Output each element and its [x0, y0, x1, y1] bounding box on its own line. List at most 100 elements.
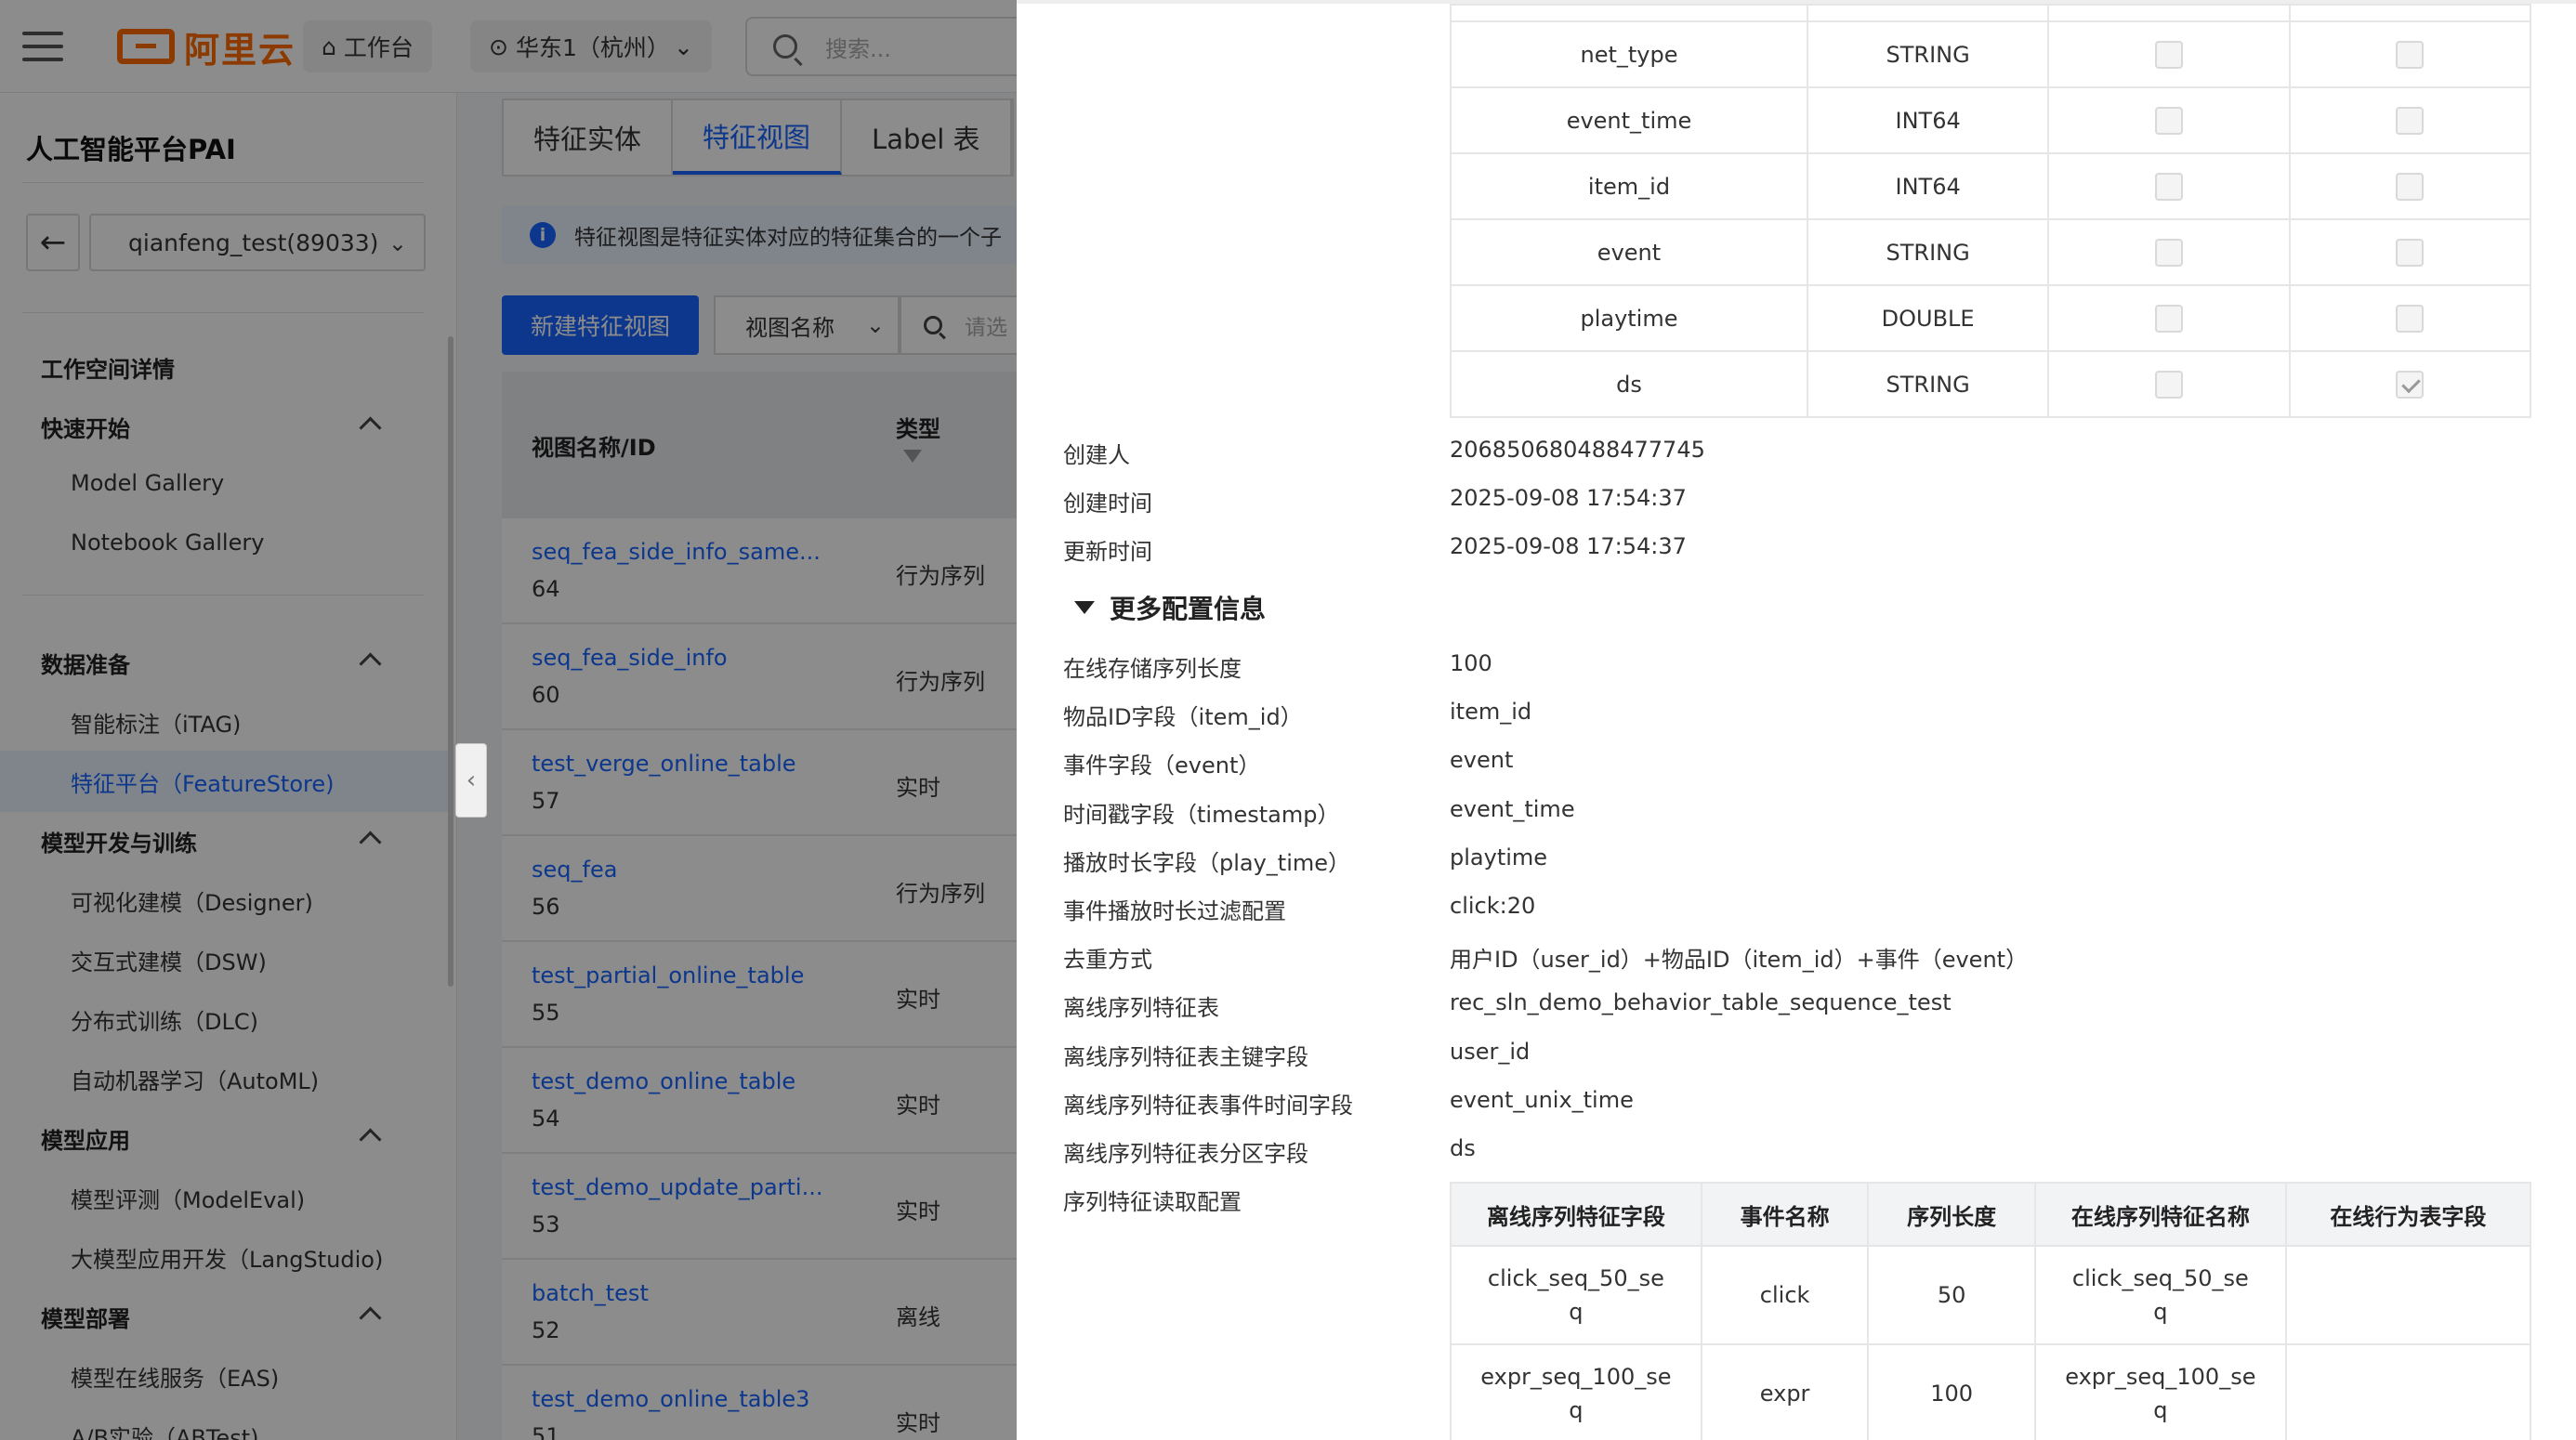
table-row: net_type STRING [1450, 20, 2532, 88]
field-type: INT64 [1806, 152, 2050, 220]
online-seq-name: expr_seq_100_seq [2033, 1343, 2287, 1440]
primary-key-checkbox[interactable] [2154, 172, 2183, 201]
config-label: 播放时长字段（play_time） [1063, 849, 1351, 876]
event-name: click [1700, 1245, 1870, 1345]
config-label: 时间戳字段（timestamp） [1063, 801, 1340, 828]
offline-seq-field-line: expr_seq_100_se [1480, 1364, 1672, 1390]
table-row [1450, 4, 2532, 22]
created-time-label: 创建时间 [1063, 491, 1152, 517]
table-cell [2047, 218, 2291, 286]
more-config-toggle[interactable]: 更多配置信息 [1074, 589, 1266, 626]
table-row: playtime DOUBLE [1450, 284, 2532, 352]
partition-checkbox[interactable] [2396, 40, 2425, 69]
updated-time-label: 更新时间 [1063, 539, 1152, 565]
partition-checkbox[interactable] [2396, 304, 2425, 333]
config-value: user_id [1450, 1038, 1531, 1065]
field-type: STRING [1806, 350, 2050, 418]
primary-key-checkbox[interactable] [2154, 304, 2183, 333]
table-row: event_time INT64 [1450, 86, 2532, 154]
primary-key-checkbox[interactable] [2154, 238, 2183, 267]
table-cell [1450, 4, 1808, 22]
table-cell [2047, 20, 2291, 88]
field-name: item_id [1450, 152, 1808, 220]
offline-seq-field-line: click_seq_50_se [1487, 1265, 1664, 1291]
config-label: 离线序列特征表分区字段 [1063, 1141, 1308, 1167]
config-label: 离线序列特征表主键字段 [1063, 1043, 1308, 1070]
event-name: expr [1700, 1343, 1870, 1440]
online-seq-name-line: expr_seq_100_se [2065, 1364, 2256, 1390]
config-value: click:20 [1450, 893, 1536, 919]
field-name: ds [1450, 350, 1808, 418]
config-label: 事件播放时长过滤配置 [1063, 898, 1286, 924]
column-header: 在线序列特征名称 [2033, 1182, 2287, 1247]
table-cell [2288, 20, 2532, 88]
table-cell [2047, 350, 2291, 418]
field-name: event_time [1450, 86, 1808, 154]
primary-key-checkbox[interactable] [2154, 106, 2183, 135]
config-label: 事件字段（event） [1063, 753, 1261, 779]
seq-length: 50 [1867, 1245, 2036, 1345]
table-cell [2047, 152, 2291, 220]
collapse-sidebar-chevron-icon[interactable]: ‹ [455, 743, 487, 818]
feature-view-detail-drawer: net_type STRING event_time INT64 item_id INT6… [1017, 0, 2576, 1440]
fields-table: net_type STRING event_time INT64 item_id INT6… [1450, 4, 2532, 418]
config-value: 用户ID（user_id）+物品ID（item_id）+事件（event） [1450, 947, 2029, 974]
partition-checkbox[interactable] [2396, 172, 2425, 201]
config-label: 在线存储序列长度 [1063, 656, 1242, 682]
table-row: event STRING [1450, 218, 2532, 286]
primary-key-checkbox[interactable] [2154, 40, 2183, 69]
modal-mask[interactable] [0, 0, 1017, 1440]
online-behavior-field [2284, 1245, 2532, 1345]
seq-length: 100 [1867, 1343, 2036, 1440]
config-value: ds [1450, 1135, 1476, 1161]
field-type: DOUBLE [1806, 284, 2050, 352]
config-label: 离线序列特征表事件时间字段 [1063, 1092, 1353, 1119]
config-label: 序列特征读取配置 [1063, 1189, 1242, 1216]
config-label: 物品ID字段（item_id） [1063, 704, 1303, 731]
offline-seq-field-line: q [1569, 1397, 1584, 1423]
field-type: INT64 [1806, 86, 2050, 154]
table-cell [1806, 4, 2050, 22]
table-row: ds STRING [1450, 350, 2532, 418]
partition-checkbox[interactable] [2396, 238, 2425, 267]
primary-key-checkbox[interactable] [2154, 370, 2183, 399]
partition-checkbox[interactable] [2396, 106, 2425, 135]
offline-seq-field: expr_seq_100_seq [1450, 1343, 1702, 1440]
field-name: event [1450, 218, 1808, 286]
table-cell [2288, 218, 2532, 286]
created-time-value: 2025-09-08 17:54:37 [1450, 485, 1687, 511]
online-seq-name-line: q [2153, 1299, 2168, 1325]
table-cell [2288, 152, 2532, 220]
column-header: 序列长度 [1867, 1182, 2036, 1247]
table-row: item_id INT64 [1450, 152, 2532, 220]
table-cell [2047, 284, 2291, 352]
online-seq-name-line: q [2153, 1397, 2168, 1423]
field-type: STRING [1806, 218, 2050, 286]
partition-checkbox[interactable] [2396, 370, 2425, 399]
table-header-row: 离线序列特征字段 事件名称 序列长度 在线序列特征名称 在线行为表字段 [1450, 1182, 2532, 1247]
updated-time-value: 2025-09-08 17:54:37 [1450, 533, 1687, 559]
more-config-label: 更多配置信息 [1110, 594, 1267, 624]
table-cell [2288, 350, 2532, 418]
online-seq-name: click_seq_50_seq [2033, 1245, 2287, 1345]
table-cell [2047, 4, 2291, 22]
config-label: 去重方式 [1063, 947, 1152, 974]
config-value: 100 [1450, 650, 1492, 676]
offline-seq-field-line: q [1569, 1299, 1584, 1325]
config-value: event [1450, 747, 1514, 774]
creator-value: 206850680488477745 [1450, 437, 1705, 463]
creator-label: 创建人 [1063, 442, 1130, 468]
field-name: net_type [1450, 20, 1808, 88]
table-row: expr_seq_100_se q expr 100 expr_seq_100_se q [1450, 1343, 2532, 1440]
online-seq-name-line: click_seq_50_se [2071, 1265, 2249, 1291]
config-label: 离线序列特征表 [1063, 995, 1219, 1022]
sequence-config-table: 离线序列特征字段 事件名称 序列长度 在线序列特征名称 在线行为表字段 clic… [1450, 1182, 2532, 1440]
config-value: playtime [1450, 844, 1548, 871]
table-cell [2288, 284, 2532, 352]
config-value: rec_sln_demo_behavior_table_sequence_tes… [1450, 989, 1952, 1016]
table-cell [2288, 86, 2532, 154]
field-name: playtime [1450, 284, 1808, 352]
config-value: event_time [1450, 795, 1575, 822]
table-row: click_seq_50_se q click 50 click_seq_50_se q [1450, 1245, 2532, 1345]
column-header: 在线行为表字段 [2284, 1182, 2532, 1247]
